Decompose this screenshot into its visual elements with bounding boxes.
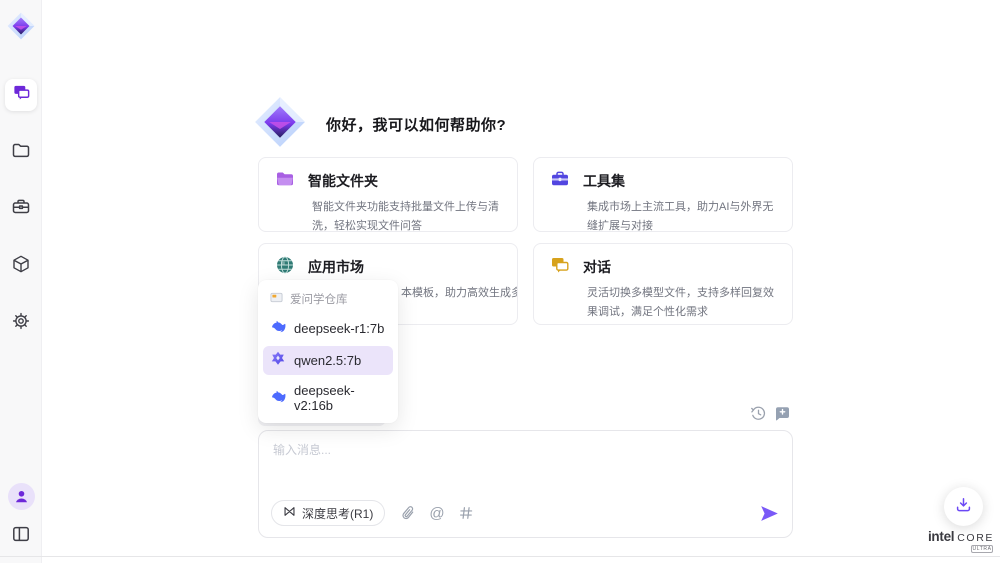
greeting: 你好，我可以如何帮助你? <box>254 96 506 153</box>
card-description: 集成市场上主流工具，助力AI与外界无缝扩展与对接 <box>587 198 776 232</box>
sidebar-bottom <box>0 483 42 547</box>
sidebar <box>0 0 42 563</box>
paperclip-icon[interactable] <box>402 505 415 521</box>
chat-gold-icon <box>550 255 570 280</box>
card-description: 智能文件夹功能支持批量文件上传与清洗，轻松实现文件问答 <box>312 198 501 232</box>
chat-actions <box>750 405 793 422</box>
model-option-label: qwen2.5:7b <box>294 353 361 368</box>
panel-toggle-icon[interactable] <box>5 521 37 547</box>
page-title: 你好，我可以如何帮助你? <box>326 114 506 135</box>
folder-icon <box>11 140 31 165</box>
sidebar-item-chat[interactable] <box>5 79 37 111</box>
user-avatar[interactable] <box>8 483 35 510</box>
briefcase-purple-icon <box>550 169 570 194</box>
card-title: 应用市场 <box>308 257 364 277</box>
qwen-icon <box>270 351 286 370</box>
folder-purple-icon <box>275 169 295 194</box>
repository-label: 爱问学仓库 <box>290 291 348 307</box>
deepseek-icon <box>270 389 286 408</box>
at-icon[interactable]: @ <box>429 506 444 521</box>
app-logo-large-icon <box>254 96 306 153</box>
cube-icon <box>11 254 31 279</box>
sidebar-item-folders[interactable] <box>5 136 37 168</box>
sidebar-item-models[interactable] <box>5 250 37 282</box>
model-dropdown-header: 爱问学仓库 <box>263 285 393 311</box>
card-toolset[interactable]: 工具集 集成市场上主流工具，助力AI与外界无缝扩展与对接 <box>533 157 793 232</box>
window-bottom-border <box>0 556 1000 557</box>
model-dropdown: 爱问学仓库 deepseek-r1:7b q <box>258 280 398 423</box>
history-icon[interactable] <box>750 405 767 422</box>
briefcase-icon <box>11 197 31 222</box>
card-title: 工具集 <box>583 171 625 191</box>
sidebar-item-settings[interactable] <box>5 307 37 339</box>
send-button[interactable] <box>760 505 779 522</box>
intel-wordmark: intel <box>928 529 954 544</box>
deep-think-label: 深度思考(R1) <box>302 505 373 522</box>
gear-icon <box>11 311 31 336</box>
ultra-badge: ULTRA <box>971 545 993 553</box>
message-composer: 深度思考(R1) @ <box>258 430 793 538</box>
main-content: 你好，我可以如何帮助你? 智能文件夹 智能文件夹功能支持批量文件上传与清洗，轻松… <box>258 0 793 563</box>
core-wordmark: CORE <box>957 532 994 544</box>
model-option-label: deepseek-v2:16b <box>294 383 386 413</box>
model-option-deepseek-r1[interactable]: deepseek-r1:7b <box>263 314 393 343</box>
deepseek-icon <box>270 319 286 338</box>
model-option-deepseek-v2[interactable]: deepseek-v2:16b <box>263 378 393 418</box>
card-chat[interactable]: 对话 灵活切换多模型文件，支持多样回复效果调试，满足个性化需求 <box>533 243 793 325</box>
card-description: 灵活切换多模型文件，支持多样回复效果调试，满足个性化需求 <box>587 284 776 322</box>
card-title: 智能文件夹 <box>308 171 378 191</box>
globe-teal-icon <box>275 255 295 280</box>
chat-icon <box>12 83 31 107</box>
card-smart-folder[interactable]: 智能文件夹 智能文件夹功能支持批量文件上传与清洗，轻松实现文件问答 <box>258 157 518 232</box>
app-window: 你好，我可以如何帮助你? 智能文件夹 智能文件夹功能支持批量文件上传与清洗，轻松… <box>0 0 1000 563</box>
sidebar-item-toolbox[interactable] <box>5 193 37 225</box>
new-chat-icon[interactable] <box>774 405 791 422</box>
composer-toolbar: 深度思考(R1) @ <box>271 500 779 526</box>
app-logo-icon[interactable] <box>7 12 35 40</box>
deep-think-button[interactable]: 深度思考(R1) <box>271 500 385 526</box>
sidebar-nav <box>0 79 42 339</box>
download-button[interactable] <box>944 487 983 526</box>
model-option-label: deepseek-r1:7b <box>294 321 384 336</box>
composer-tool-icons: @ <box>402 505 472 521</box>
deep-think-icon <box>283 505 296 521</box>
download-icon <box>955 496 972 518</box>
hash-icon[interactable] <box>459 506 473 520</box>
card-title: 对话 <box>583 257 611 277</box>
repository-icon <box>270 291 283 307</box>
model-option-qwen[interactable]: qwen2.5:7b <box>263 346 393 375</box>
intel-core-logo: intel CORE ULTRA <box>927 529 995 553</box>
message-input[interactable] <box>273 441 773 483</box>
